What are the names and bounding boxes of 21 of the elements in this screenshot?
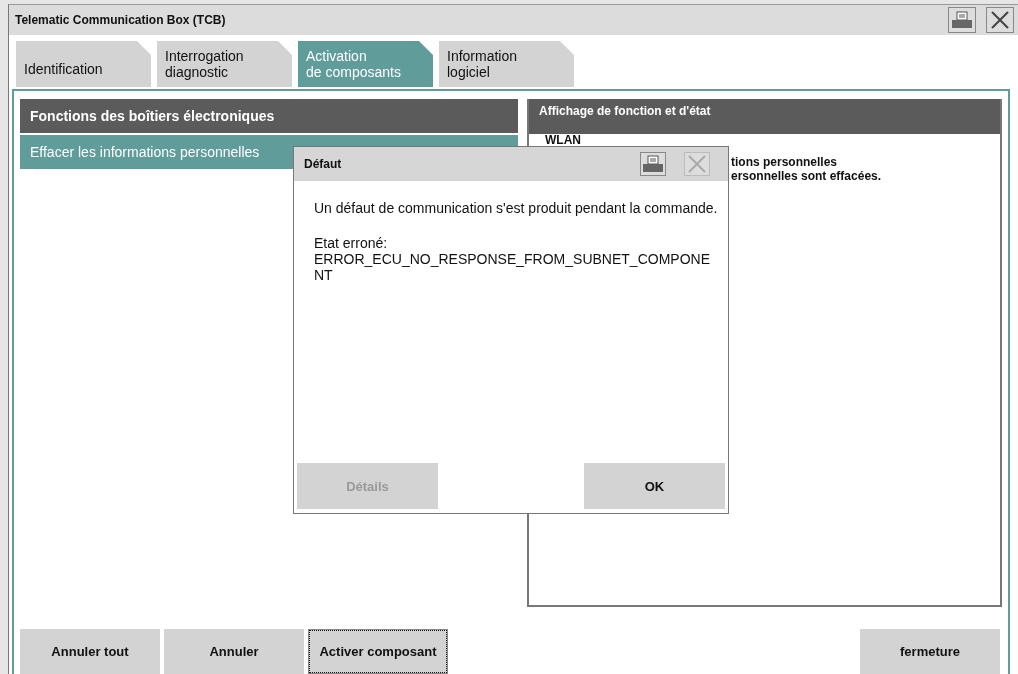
status-text: tions personnelles (731, 155, 839, 169)
action-button[interactable]: Annuler tout (20, 629, 160, 674)
status-text: ersonnelles sont effacées. (731, 169, 883, 183)
window-title: Telematic Communication Box (TCB) (15, 13, 226, 27)
dialog-button[interactable]: OK (584, 463, 725, 509)
error-label: Etat erroné: (314, 235, 389, 251)
panel-header: Fonctions des boîtiers électroniques (20, 99, 518, 133)
tab[interactable]: Information logiciel (439, 41, 574, 87)
print-button[interactable] (640, 152, 666, 176)
action-button[interactable]: Activer composant (308, 629, 448, 674)
status-heading: WLAN (545, 134, 582, 146)
close-button[interactable] (986, 7, 1014, 33)
print-button[interactable] (948, 7, 976, 33)
action-button[interactable]: fermeture (860, 629, 1000, 674)
error-code: ERROR_ECU_NO_RESPONSE_FROM_SUBNET_COMPONENT (314, 251, 711, 283)
tab[interactable]: Identification (16, 41, 151, 87)
dialog-title: Défaut (304, 157, 342, 171)
panel-header: Affichage de fonction et d'état (529, 99, 1000, 134)
dialog-message: Un défaut de communication s'est produit pendant la commande. (314, 200, 718, 216)
action-button[interactable]: Annuler (164, 629, 304, 674)
tab[interactable]: Interrogation diagnostic (157, 41, 292, 87)
